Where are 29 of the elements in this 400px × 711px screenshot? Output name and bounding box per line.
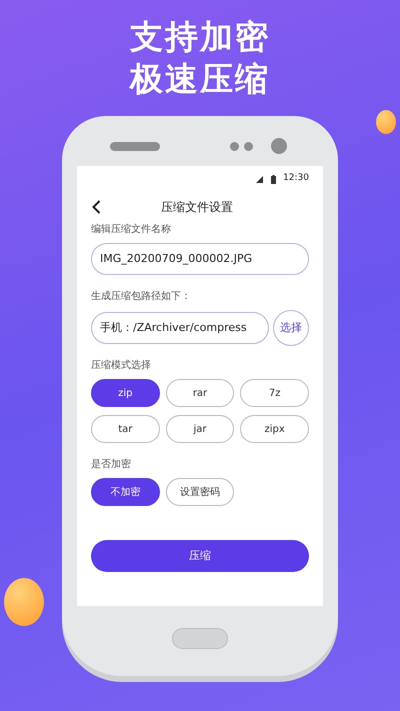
format-option[interactable]: jar — [166, 415, 234, 443]
compress-button[interactable]: 压缩 — [91, 540, 309, 572]
encryption-option[interactable]: 设置密码 — [166, 478, 234, 506]
section-label: 编辑压缩文件名称 — [91, 222, 172, 237]
section-label: 压缩模式选择 — [91, 358, 152, 373]
headline-text: 支持加密 — [130, 16, 270, 58]
encryption-option[interactable]: 不加密 — [91, 478, 160, 506]
sensor-dot — [230, 142, 239, 150]
status-time: 12:30 — [283, 172, 309, 186]
headline-text: 极速压缩 — [130, 58, 270, 100]
select-button[interactable]: 选择 — [273, 310, 309, 346]
section-label: 生成压缩包路径如下： — [91, 290, 192, 304]
speaker-drawing — [110, 142, 160, 150]
section-label: 是否加密 — [91, 458, 132, 472]
ball-decoration — [376, 110, 396, 134]
format-option[interactable]: 7z — [240, 379, 309, 407]
path-field[interactable]: 手机：/ZArchiver/compress — [91, 312, 269, 344]
format-option[interactable]: rar — [166, 379, 234, 407]
format-option[interactable]: zip — [91, 379, 160, 407]
format-option[interactable]: zipx — [240, 415, 309, 443]
sensor-dot — [244, 142, 253, 150]
back-icon[interactable] — [92, 200, 101, 214]
file-name-field[interactable]: IMG_20200709_000002.JPG — [91, 243, 309, 275]
camera-drawing — [271, 138, 287, 154]
ball-decoration — [4, 578, 44, 626]
battery-icon — [271, 174, 276, 184]
screen-title: 压缩文件设置 — [161, 199, 233, 216]
signal-icon — [256, 176, 264, 182]
format-option[interactable]: tar — [91, 415, 160, 443]
